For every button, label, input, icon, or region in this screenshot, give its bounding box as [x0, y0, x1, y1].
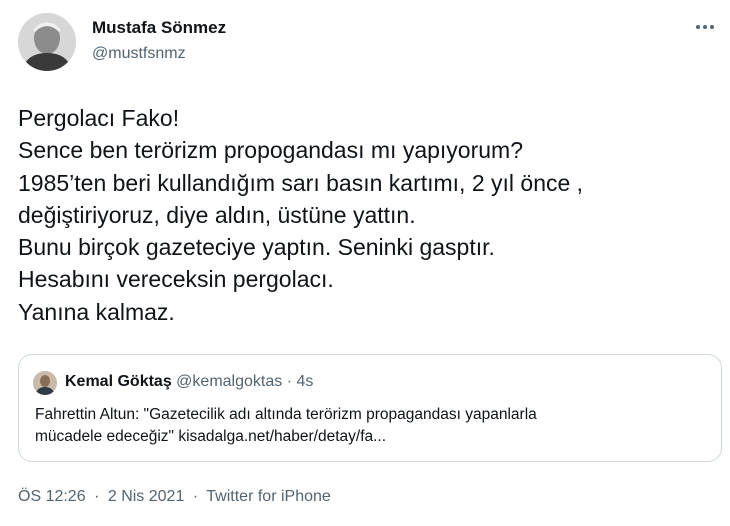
- quoted-tweet-header: Kemal Göktaş @kemalgoktas · 4s: [65, 373, 313, 391]
- author-name[interactable]: Mustafa Sönmez: [92, 18, 226, 38]
- author-handle[interactable]: @mustfsnmz: [92, 45, 186, 63]
- tweet-text-line: Sence ben terörizm propogandası mı yapıy…: [18, 137, 523, 164]
- quoted-tweet-card[interactable]: Kemal Göktaş @kemalgoktas · 4s Fahrettin…: [18, 354, 722, 462]
- tweet-text-line: Pergolacı Fako!: [18, 105, 180, 131]
- tweet-text: Pergolacı Fako! Sence ben terörizm propo…: [18, 102, 718, 328]
- quoted-author-handle: @kemalgoktas: [176, 373, 283, 390]
- footer-separator: ·: [94, 488, 100, 505]
- tweet-text-line: 1985’ten beri kullandığım sarı basın kar…: [18, 169, 584, 196]
- tweet-date[interactable]: 2 Nis 2021: [108, 488, 185, 505]
- tweet-header: Mustafa Sönmez @mustfsnmz: [18, 13, 718, 73]
- tweet-footer: ÖS 12:26 · 2 Nis 2021 · Twitter for iPho…: [18, 488, 331, 506]
- tweet-text-line: Bunu birçok gazeteciye yaptın. Seninki g…: [18, 234, 495, 261]
- more-options-icon[interactable]: [692, 17, 718, 37]
- tweet-text-line: değiştiriyoruz, diye aldın, üstüne yattı…: [18, 201, 416, 228]
- quoted-text-line: mücadele edeceğiz" kisadalga.net/haber/d…: [35, 427, 387, 445]
- tweet-text-line: Yanına kalmaz.: [18, 298, 175, 325]
- quoted-author-avatar: [33, 371, 57, 395]
- tweet-source[interactable]: Twitter for iPhone: [206, 488, 331, 505]
- quoted-time: 4s: [296, 373, 314, 390]
- quoted-author-name: Kemal Göktaş: [65, 373, 172, 390]
- author-avatar[interactable]: [18, 13, 76, 71]
- quoted-tweet-text: Fahrettin Altun: "Gazetecilik adı altınd…: [35, 404, 705, 447]
- quoted-separator: ·: [286, 373, 293, 390]
- tweet-text-line: Hesabını vereceksin pergolacı.: [18, 266, 334, 293]
- tweet-time[interactable]: ÖS 12:26: [18, 488, 86, 505]
- quoted-text-line: Fahrettin Altun: "Gazetecilik adı altınd…: [35, 406, 537, 423]
- footer-separator: ·: [192, 488, 199, 505]
